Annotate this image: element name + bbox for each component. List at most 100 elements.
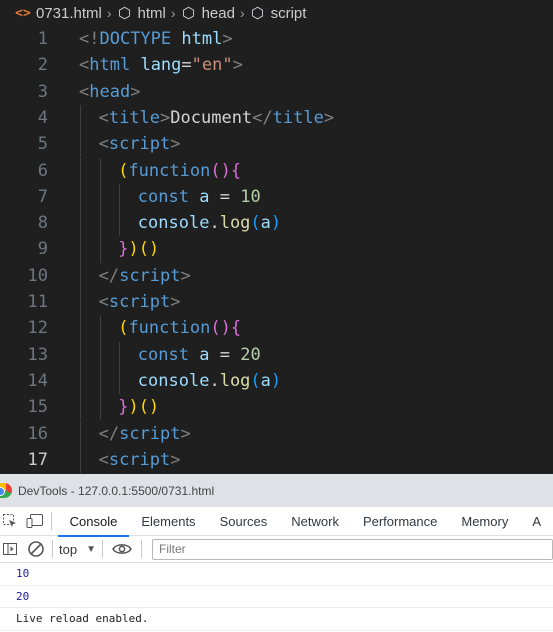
code-token: script [108,449,171,470]
code-token: ( [118,318,129,339]
code-line[interactable]: 8 console.log(a) [0,210,553,237]
tab-elements[interactable]: Elements [129,507,207,536]
code-token: console [137,213,210,234]
line-number: 15 [27,397,48,418]
context-selector[interactable]: top ▼ [59,542,96,557]
code-token: < [79,81,90,102]
code-text: (function(){ [118,158,241,184]
code-token: a [199,344,210,365]
tab-label: Network [291,513,339,529]
code-line[interactable]: 9})() [0,236,553,263]
code-text: const a = 10 [138,184,261,210]
indent-guide [99,341,101,368]
divider [140,540,142,558]
code-token: script [108,134,171,155]
indent-guide [99,210,101,237]
chrome-logo-icon [0,483,12,498]
code-line[interactable]: 12 (function(){ [0,315,553,342]
clear-console-icon[interactable] [26,540,46,558]
code-token: < [98,292,109,312]
code-token: ) [128,239,139,260]
code-token: { [230,318,242,339]
code-token: > [222,29,233,49]
breadcrumb-item-head[interactable]: ⬡ head [181,4,235,23]
code-line[interactable]: 5 <script> [0,131,553,158]
code-token: < [98,449,109,470]
code-token: script [119,423,181,444]
line-number: 13 [27,344,48,365]
code-token: script [108,292,171,312]
console-message: 10 [0,563,553,586]
code-token: = [181,55,192,76]
indent-guide [119,367,121,395]
line-number: 17 [27,449,48,470]
code-line[interactable]: 7 const a = 10 [0,183,553,211]
code-line[interactable]: 2 <html lang="en"> [0,52,553,78]
indent-guide [99,183,101,211]
code-token: () [210,160,231,181]
breadcrumb-item-file[interactable]: <> 0731.html [15,5,102,22]
indent-guide [80,367,81,395]
line-number: 8 [37,213,48,234]
line-number: 9 [37,239,48,260]
indent-guide [80,315,81,342]
code-token: . [209,370,220,391]
code-editor[interactable]: <> 0731.html › ⬡ html › ⬡ head › ⬡ scrip… [0,0,553,474]
code-token: </ [98,423,120,444]
context-selector-value: top [59,541,78,557]
filter-input[interactable] [151,538,553,560]
code-token: > [323,107,335,128]
indent-guide [99,394,101,421]
breadcrumb-label: head [201,4,235,22]
tab-performance[interactable]: Performance [351,507,449,536]
inspect-element-icon[interactable] [0,512,19,530]
indent-guide [119,341,121,368]
code-token: "en" [191,55,233,76]
divider [52,540,53,558]
indent-guide [80,157,81,184]
tab-network[interactable]: Network [279,507,351,536]
chevron-right-icon: › [239,5,245,21]
code-line[interactable]: 1 <!DOCTYPE html> [0,26,553,52]
tab-memory[interactable]: Memory [449,507,520,536]
console-messages: 10 20 Live reload enabled. [0,563,553,631]
device-toolbar-icon[interactable] [25,512,44,530]
code-text: </script> [99,263,191,289]
code-token: ( [250,213,261,234]
code-line[interactable]: 6 (function(){ [0,157,553,184]
code-line[interactable]: 11 <script> [0,289,553,316]
breadcrumb-item-html[interactable]: ⬡ html [117,4,166,23]
code-token: a [260,213,271,234]
code-area[interactable]: 1 <!DOCTYPE html> 2 <html lang="en"> 3 <head>… [0,26,553,474]
code-token: ( [118,160,129,181]
code-token: 10 [240,186,261,207]
code-line[interactable]: 13 const a = 20 [0,341,553,368]
line-number: 11 [27,292,48,312]
tab-console[interactable]: Console [57,507,130,537]
tab-label: A [532,513,541,529]
code-text: <title>Document</title> [99,105,335,131]
code-line[interactable]: 14 console.log(a) [0,367,553,395]
code-token: () [138,397,160,418]
code-line[interactable]: 17 <script> [0,446,553,474]
code-text: </script> [99,421,191,447]
code-token: ( [250,370,261,391]
eye-icon[interactable] [112,540,132,558]
breadcrumb-item-script[interactable]: ⬡ script [250,4,306,23]
code-line[interactable]: 4 <title>Document</title> [0,104,553,132]
code-token: Document [170,107,253,128]
code-token: function [128,160,211,181]
code-line[interactable]: 10 </script> [0,262,553,289]
line-number: 16 [27,423,48,444]
code-token: > [170,449,181,470]
code-line[interactable]: 3 <head> [0,79,553,105]
code-line[interactable]: 16 </script> [0,420,553,447]
tab-sources[interactable]: Sources [208,507,280,536]
code-line[interactable]: 15})() [0,394,553,421]
breadcrumb-label: 0731.html [36,4,102,22]
tab-application[interactable]: A [520,507,553,536]
code-token: html [181,29,223,49]
sidebar-toggle-icon[interactable] [0,540,20,558]
